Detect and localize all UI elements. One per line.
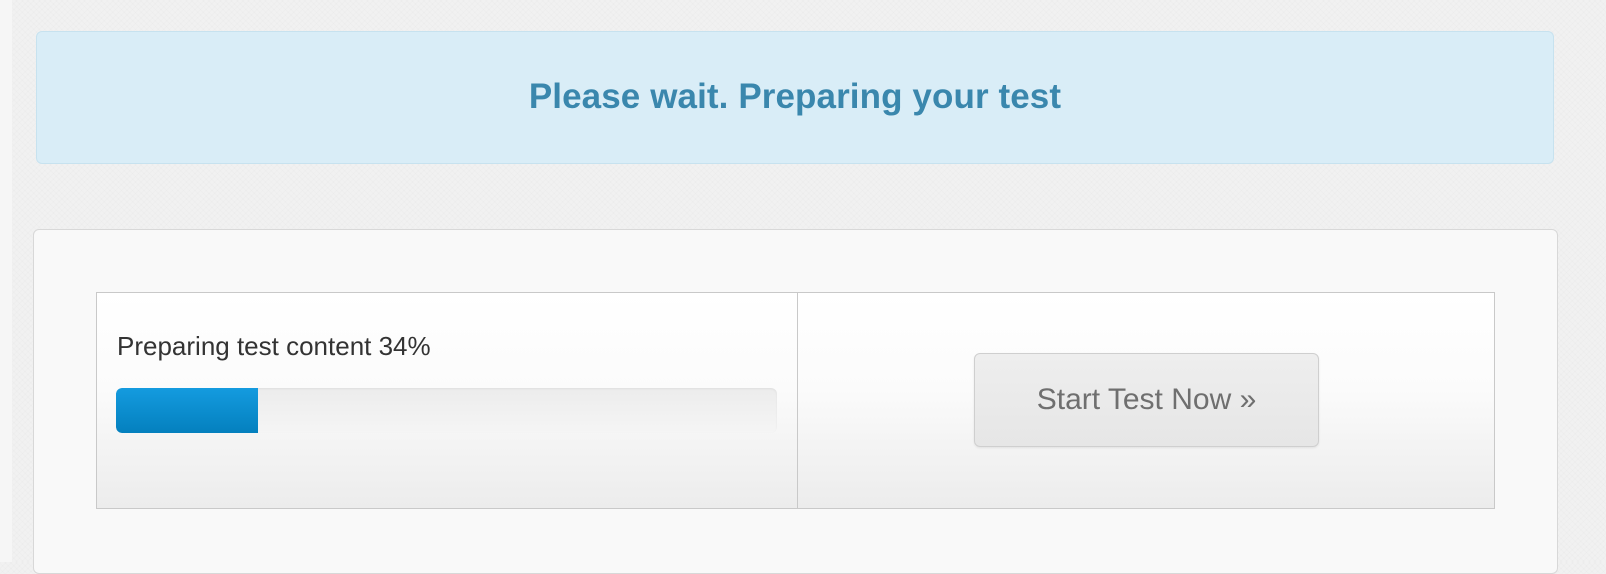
page: Please wait. Preparing your test Prepari…	[0, 0, 1606, 574]
info-alert: Please wait. Preparing your test	[36, 31, 1554, 164]
alert-title: Please wait. Preparing your test	[528, 76, 1062, 116]
test-preparation-panel: Preparing test content 34% Start Test No…	[33, 229, 1558, 574]
progress-bar	[116, 388, 777, 433]
start-test-button[interactable]: Start Test Now »	[974, 353, 1319, 447]
progress-cell: Preparing test content 34%	[97, 293, 798, 508]
progress-bar-fill	[116, 388, 259, 433]
preparation-status-table: Preparing test content 34% Start Test No…	[96, 292, 1495, 509]
progress-label: Preparing test content 34%	[117, 331, 431, 361]
page-edge	[0, 0, 12, 562]
action-cell: Start Test Now »	[798, 293, 1494, 508]
